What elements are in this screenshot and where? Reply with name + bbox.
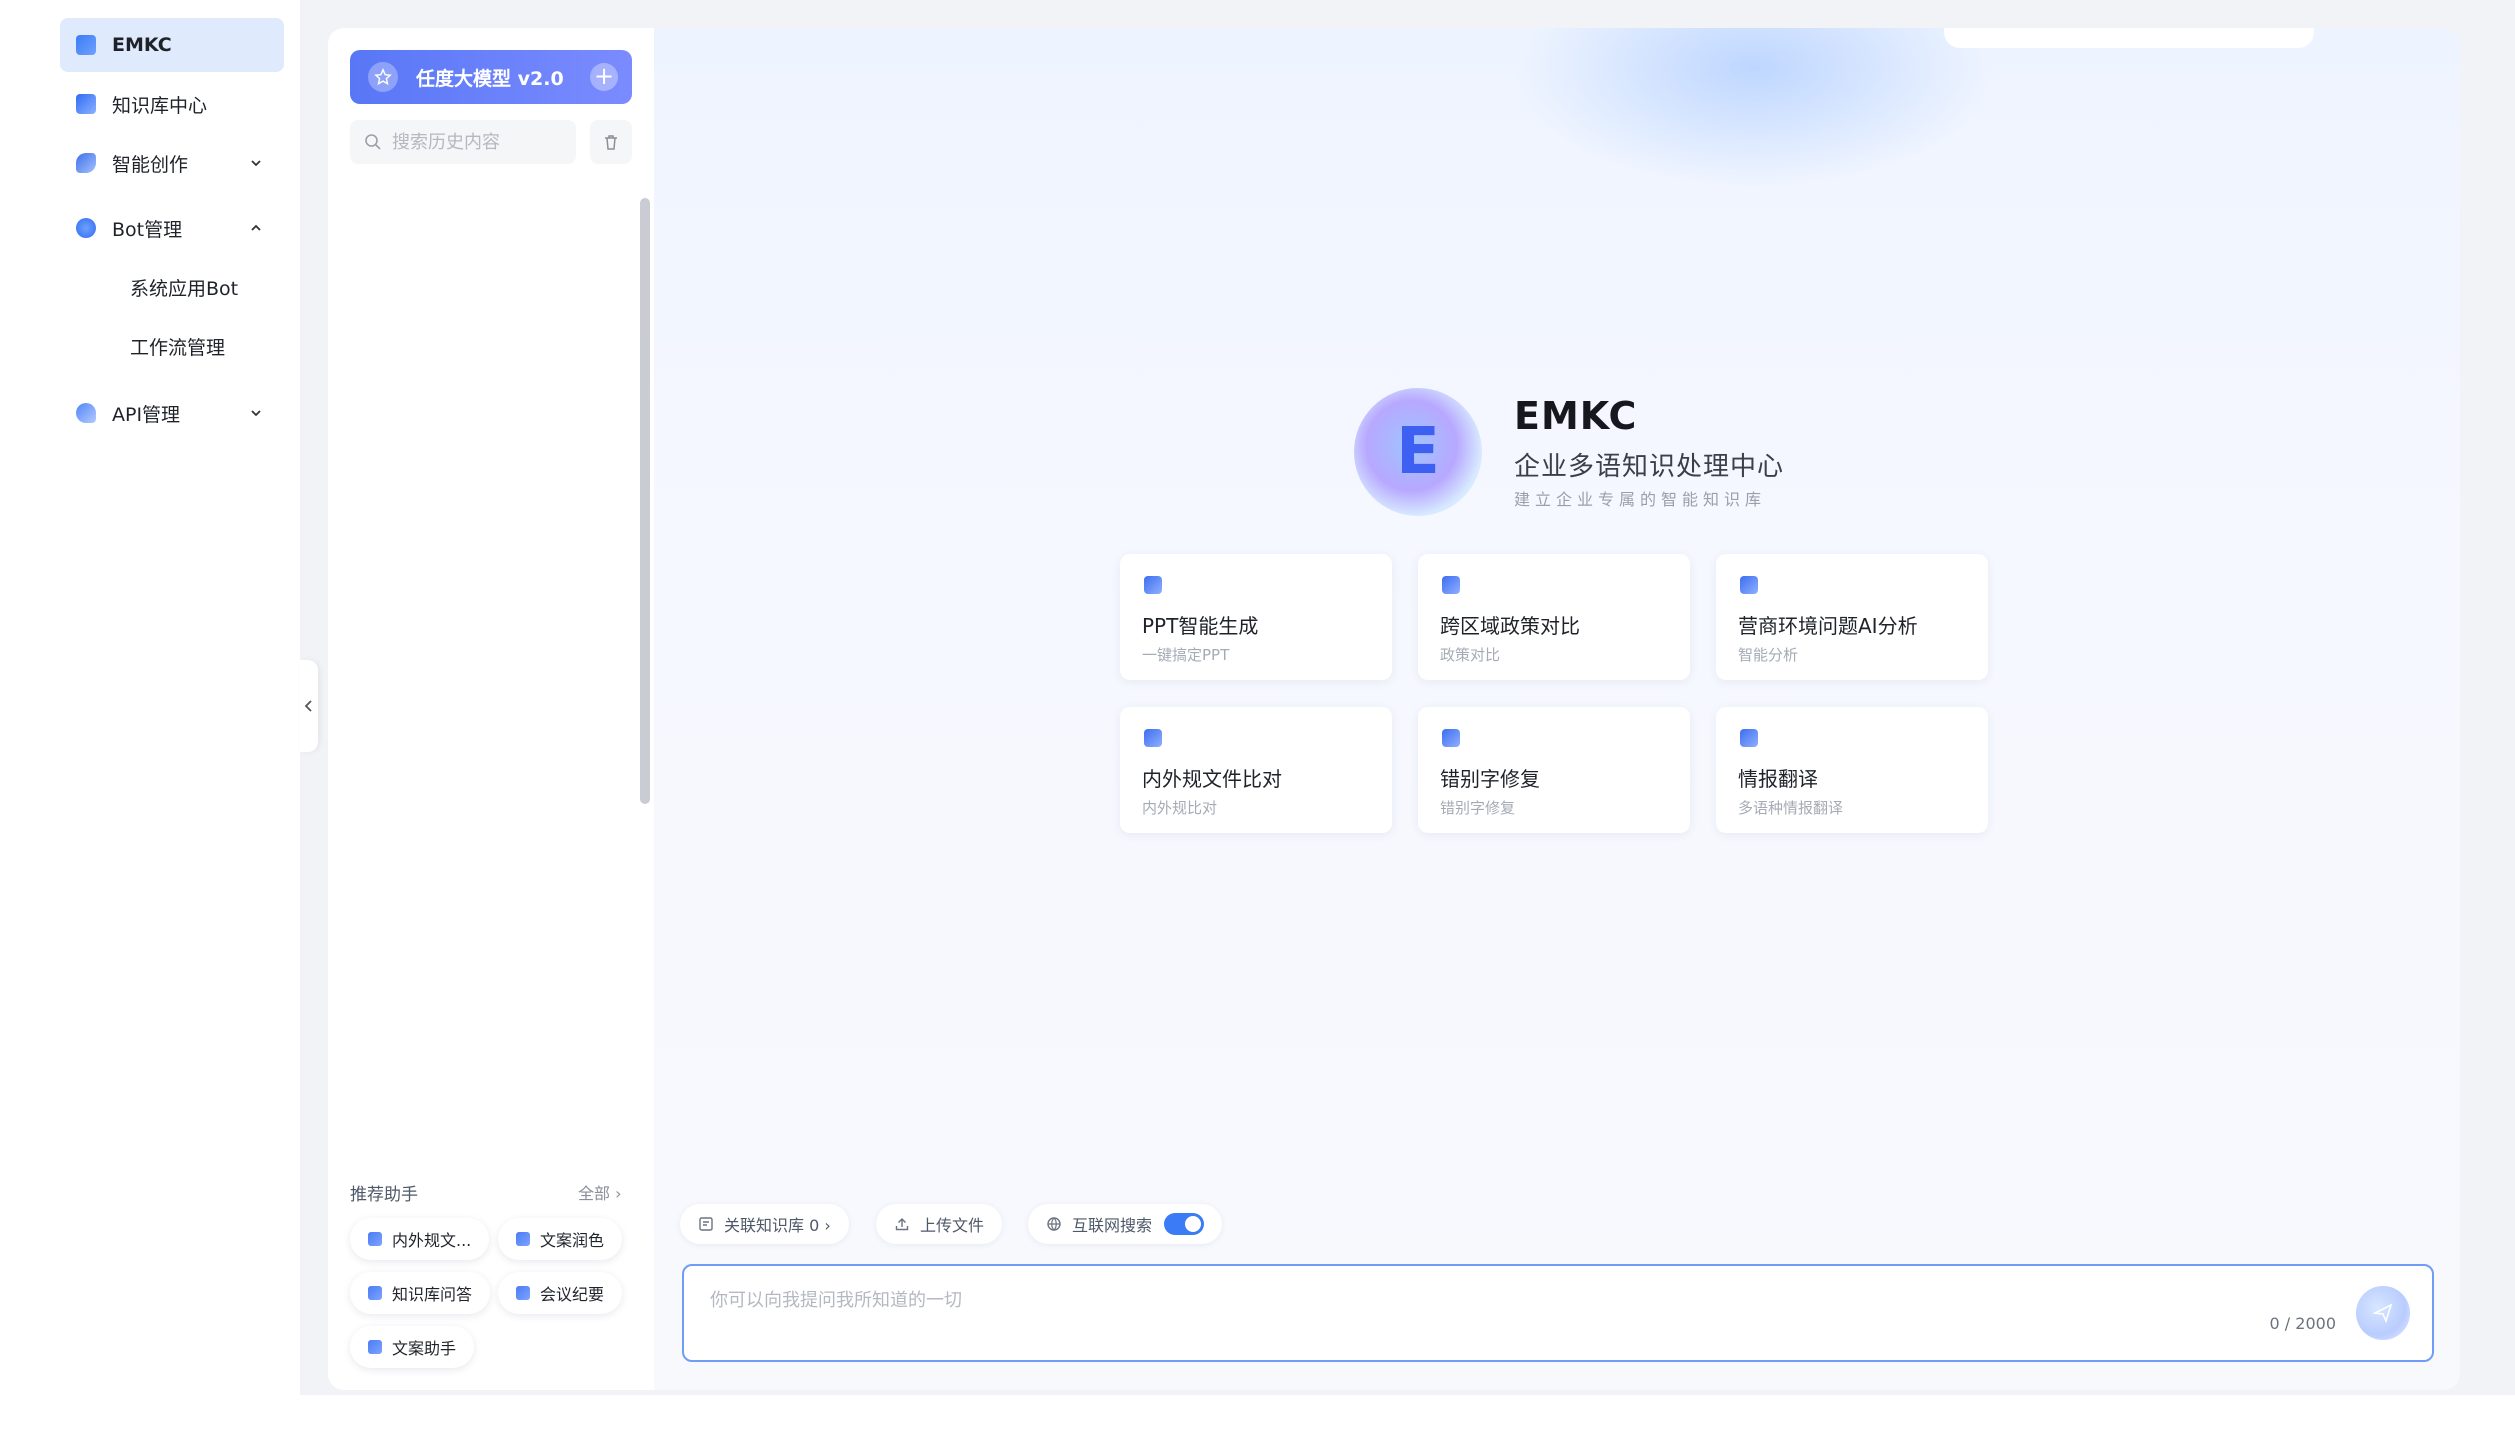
document-icon (1740, 729, 1758, 747)
web-search-label: 互联网搜索 (1072, 1216, 1153, 1235)
link-knowledge-base-button[interactable]: 关联知识库 0 › (680, 1204, 849, 1244)
clear-history-button[interactable] (590, 120, 632, 164)
assistant-label: 内外规文... (392, 1231, 472, 1250)
globe-icon (1047, 1217, 1061, 1231)
welcome-hero: E EMKC 企业多语知识处理中心 建立企业专属的智能知识库 (1354, 388, 1814, 558)
document-icon (1442, 729, 1460, 747)
card-title: 跨区域政策对比 (1440, 614, 1580, 638)
nav-label: 知识库中心 (112, 94, 208, 117)
trash-icon (605, 135, 617, 150)
message-composer: 0 / 2000 (682, 1264, 2434, 1362)
assistant-label: 文案润色 (540, 1231, 605, 1250)
history-panel: 任度大模型 v2.0 + 推荐助手 全部 › 内外规文... 文案润色 知识库问… (328, 28, 654, 1390)
web-search-toggle-group: 互联网搜索 (1028, 1204, 1223, 1244)
card-title: 情报翻译 (1738, 767, 1818, 791)
document-icon (1740, 576, 1758, 594)
nav-sub-system-bot[interactable]: 系统应用Bot (130, 269, 238, 309)
feature-card-rule-compare[interactable]: 内外规文件比对 内外规比对 (1120, 707, 1392, 833)
recommend-all-link[interactable]: 全部 › (578, 1180, 622, 1204)
card-desc: 错别字修复 (1440, 799, 1516, 817)
assistant-icon (368, 1232, 382, 1246)
upload-file-button[interactable]: 上传文件 (876, 1204, 1003, 1244)
knowledge-base-icon (699, 1217, 713, 1231)
logo-letter: E (1396, 415, 1440, 489)
upload-label: 上传文件 (920, 1216, 985, 1235)
send-button[interactable] (2356, 1286, 2410, 1340)
card-desc: 一键搞定PPT (1142, 646, 1230, 664)
feature-card-policy-compare[interactable]: 跨区域政策对比 政策对比 (1418, 554, 1690, 680)
magic-icon (76, 153, 96, 173)
bot-icon (76, 218, 96, 238)
assistant-icon (516, 1232, 530, 1246)
chevron-left-icon (304, 700, 312, 712)
left-navigation: EMKC 知识库中心 智能创作 Bot管理 系统应用Bot 工作流管理 API管… (0, 0, 300, 1437)
recommend-title: 推荐助手 (350, 1185, 418, 1205)
hero-tagline: 建立企业专属的智能知识库 (1514, 490, 1767, 509)
hero-subtitle: 企业多语知识处理中心 (1514, 452, 1785, 482)
message-input[interactable] (710, 1286, 2210, 1336)
api-icon (76, 403, 96, 423)
plus-icon[interactable]: + (590, 63, 618, 91)
chat-main: E EMKC 企业多语知识处理中心 建立企业专属的智能知识库 PPT智能生成 一… (654, 28, 2460, 1390)
card-desc: 政策对比 (1440, 646, 1501, 664)
document-icon (1442, 576, 1460, 594)
assistant-label: 知识库问答 (392, 1285, 473, 1304)
hero-title: EMKC (1514, 394, 1638, 438)
book-icon (76, 94, 96, 114)
card-title: 营商环境问题AI分析 (1738, 614, 1918, 638)
history-search (350, 120, 576, 164)
nav-label: EMKC (112, 34, 172, 56)
web-search-toggle[interactable] (1164, 1213, 1205, 1235)
feature-card-ppt[interactable]: PPT智能生成 一键搞定PPT (1120, 554, 1392, 680)
document-icon (1144, 576, 1162, 594)
model-icon (368, 62, 398, 92)
assistant-icon (368, 1286, 382, 1300)
assistant-icon (368, 1340, 382, 1354)
feature-card-business-analysis[interactable]: 营商环境问题AI分析 智能分析 (1716, 554, 1988, 680)
assistant-chip[interactable]: 文案润色 (498, 1218, 623, 1260)
emkc-logo-icon: E (1354, 388, 1482, 516)
card-title: 内外规文件比对 (1142, 767, 1282, 791)
nav-item-emkc[interactable]: EMKC (60, 18, 284, 72)
nav-item-api-management[interactable]: API管理 (60, 386, 284, 440)
nav-item-knowledge-center[interactable]: 知识库中心 (60, 77, 284, 131)
history-scrollbar-thumb[interactable] (640, 198, 650, 804)
chevron-up-icon (251, 224, 261, 231)
assistant-chip[interactable]: 知识库问答 (350, 1272, 491, 1314)
assistant-icon (516, 1286, 530, 1300)
search-icon (365, 134, 381, 150)
send-icon (2372, 1303, 2393, 1324)
nav-label: API管理 (112, 403, 181, 426)
link-kb-label: 关联知识库 0 › (724, 1216, 831, 1235)
card-desc: 多语种情报翻译 (1738, 799, 1844, 817)
card-title: PPT智能生成 (1142, 614, 1259, 638)
upload-icon (895, 1218, 909, 1231)
history-search-input[interactable] (392, 131, 572, 153)
feature-card-typo-fix[interactable]: 错别字修复 错别字修复 (1418, 707, 1690, 833)
nav-sub-workflow[interactable]: 工作流管理 (130, 328, 225, 368)
new-chat-button[interactable]: 任度大模型 v2.0 + (350, 50, 632, 104)
card-title: 错别字修复 (1440, 767, 1540, 791)
nav-item-bot-management[interactable]: Bot管理 (60, 201, 284, 255)
nav-item-smart-creation[interactable]: 智能创作 (60, 136, 284, 190)
assistant-chip[interactable]: 文案助手 (350, 1326, 475, 1368)
dashboard-icon (76, 35, 96, 55)
nav-label: 智能创作 (112, 153, 189, 176)
top-pill (1944, 28, 2314, 48)
card-desc: 内外规比对 (1142, 799, 1218, 817)
card-desc: 智能分析 (1738, 646, 1799, 664)
assistant-chip[interactable]: 会议纪要 (498, 1272, 623, 1314)
assistant-label: 会议纪要 (540, 1285, 605, 1304)
assistant-chip[interactable]: 内外规文... (350, 1218, 490, 1260)
assistant-label: 文案助手 (392, 1339, 457, 1358)
document-icon (1144, 729, 1162, 747)
nav-label: Bot管理 (112, 218, 183, 241)
chevron-down-icon (251, 160, 261, 167)
chevron-down-icon (251, 410, 261, 417)
char-counter: 0 / 2000 (2269, 1314, 2336, 1333)
sidebar-collapse-toggle[interactable] (300, 660, 318, 752)
feature-card-translation[interactable]: 情报翻译 多语种情报翻译 (1716, 707, 1988, 833)
new-chat-label: 任度大模型 v2.0 (416, 67, 564, 90)
toggle-knob (1185, 1216, 1202, 1232)
